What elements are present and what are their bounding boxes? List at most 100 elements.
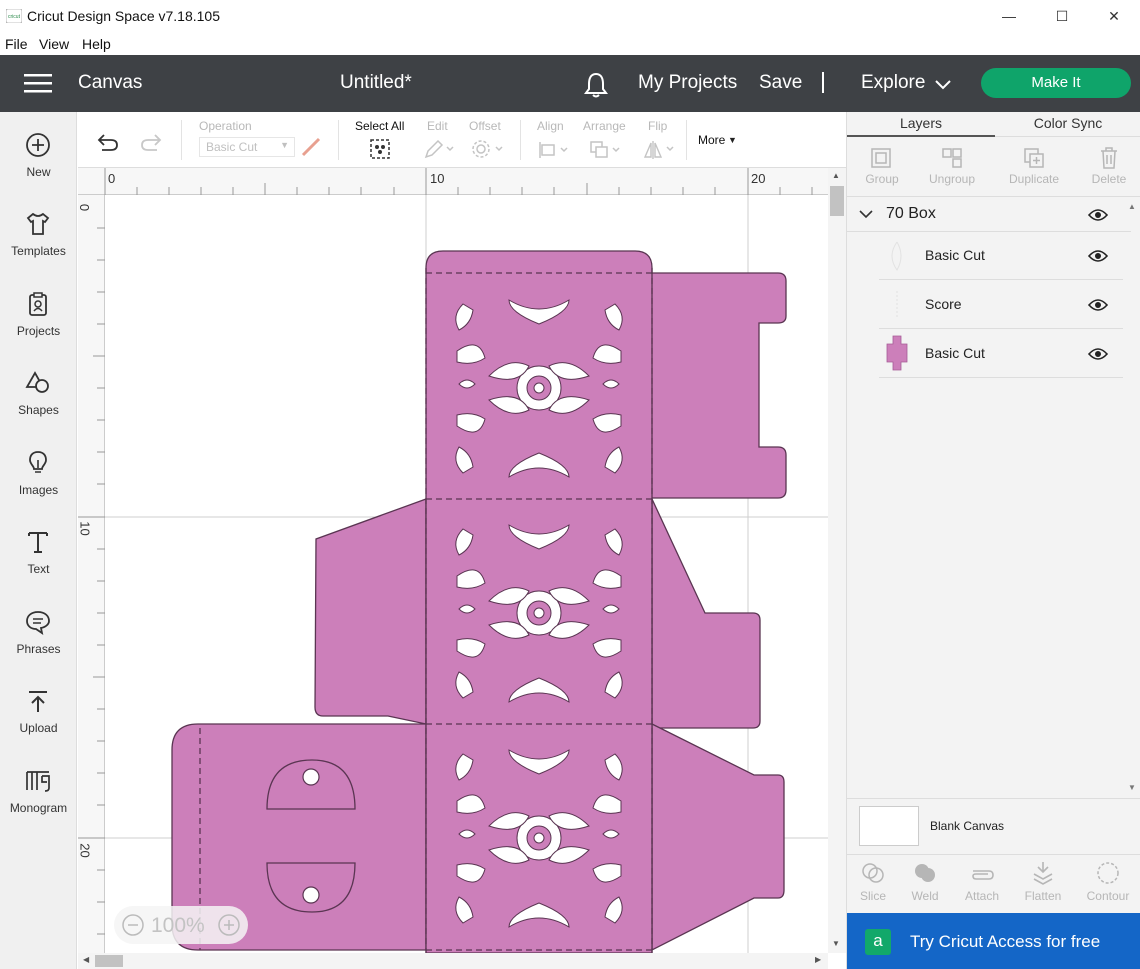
monogram-icon xyxy=(26,771,50,792)
flip-icon[interactable] xyxy=(643,139,677,161)
caret-down-icon[interactable]: ▼ xyxy=(728,135,737,145)
menu-help[interactable]: Help xyxy=(82,36,111,52)
horizontal-scrollbar[interactable]: ◀ ▶ xyxy=(78,953,828,969)
delete-button[interactable]: Delete xyxy=(1074,142,1140,194)
speech-bubble-icon xyxy=(26,611,50,635)
action-label: Delete xyxy=(1091,172,1127,186)
eye-icon[interactable] xyxy=(1088,249,1108,263)
tab-color-sync[interactable]: Color Sync xyxy=(995,112,1140,137)
canvas-drawing xyxy=(105,195,828,953)
operation-select[interactable]: Basic Cut ▼ xyxy=(199,137,295,157)
operation-value: Basic Cut xyxy=(206,140,258,154)
slice-button[interactable]: Slice xyxy=(843,857,903,907)
sidebar-item-images[interactable]: Images xyxy=(0,438,77,508)
my-projects-link[interactable]: My Projects xyxy=(638,72,737,94)
undo-icon[interactable] xyxy=(96,132,120,152)
sidebar-item-text[interactable]: Text xyxy=(0,517,77,587)
attach-button[interactable]: Attach xyxy=(952,857,1012,907)
offset-icon[interactable] xyxy=(470,138,504,160)
sidebar-item-templates[interactable]: Templates xyxy=(0,199,77,269)
align-label: Align xyxy=(537,119,564,133)
sidebar-item-new[interactable]: New xyxy=(0,120,77,190)
hamburger-menu-icon[interactable] xyxy=(24,74,52,94)
sidebar-item-label: New xyxy=(26,165,51,179)
zoom-out-icon[interactable] xyxy=(122,914,144,936)
layer-row[interactable]: Basic Cut xyxy=(879,232,1123,280)
menu-view[interactable]: View xyxy=(39,36,69,52)
cricut-access-badge-icon: a xyxy=(865,929,891,955)
edit-label: Edit xyxy=(427,119,448,133)
sidebar-item-phrases[interactable]: Phrases xyxy=(0,597,77,667)
slice-icon xyxy=(862,863,884,883)
menu-file[interactable]: File xyxy=(5,36,28,52)
ruler-label: 20 xyxy=(77,843,93,858)
scroll-left-icon[interactable]: ◀ xyxy=(83,955,89,964)
document-title[interactable]: Untitled* xyxy=(340,72,412,94)
make-it-button[interactable]: Make It xyxy=(981,68,1131,98)
layer-thumbnail xyxy=(896,291,898,319)
sidebar-item-projects[interactable]: Projects xyxy=(0,279,77,349)
sidebar-item-monogram[interactable]: Monogram xyxy=(0,756,77,826)
explore-menu[interactable]: Explore xyxy=(861,72,925,94)
group-icon xyxy=(871,148,891,168)
align-icon[interactable] xyxy=(537,140,571,160)
notification-bell-icon[interactable] xyxy=(584,72,608,98)
ruler-label: 10 xyxy=(430,171,445,186)
scroll-up-icon[interactable]: ▲ xyxy=(1128,202,1136,211)
scroll-up-icon[interactable]: ▲ xyxy=(832,171,840,180)
arrange-icon[interactable] xyxy=(589,140,623,160)
scroll-down-icon[interactable]: ▼ xyxy=(1128,783,1136,792)
design-canvas[interactable] xyxy=(78,168,828,953)
lace-panel-top xyxy=(448,295,630,482)
flip-label: Flip xyxy=(648,119,668,133)
layer-group-70-box[interactable]: 70 Box xyxy=(847,198,1131,232)
zoom-in-icon[interactable] xyxy=(218,914,240,936)
blank-canvas-swatch[interactable] xyxy=(859,806,919,846)
divider xyxy=(847,798,1140,799)
layer-thumbnail xyxy=(886,335,908,371)
layer-label: Basic Cut xyxy=(925,345,985,361)
redo-icon[interactable] xyxy=(139,132,163,152)
scrollbar-thumb[interactable] xyxy=(830,186,844,216)
pen-color-icon[interactable] xyxy=(300,136,324,158)
select-all-icon[interactable] xyxy=(369,138,391,160)
sidebar-item-upload[interactable]: Upload xyxy=(0,676,77,746)
scroll-down-icon[interactable]: ▼ xyxy=(832,939,840,948)
scrollbar-thumb[interactable] xyxy=(95,955,123,967)
maximize-button[interactable]: ☐ xyxy=(1040,4,1084,28)
flatten-icon xyxy=(1033,862,1053,885)
close-button[interactable]: ✕ xyxy=(1092,4,1136,28)
trash-icon xyxy=(1101,147,1117,169)
edit-toolbar: Operation Basic Cut ▼ Select All Edit Of… xyxy=(78,112,846,168)
divider xyxy=(847,854,1140,855)
chevron-down-icon[interactable] xyxy=(859,209,873,219)
minimize-button[interactable]: — xyxy=(987,4,1031,28)
more-menu[interactable]: More xyxy=(698,133,725,147)
contour-button[interactable]: Contour xyxy=(1078,857,1138,907)
layer-row[interactable]: Basic Cut xyxy=(879,330,1123,378)
sidebar-item-shapes[interactable]: Shapes xyxy=(0,358,77,428)
ungroup-button[interactable]: Ungroup xyxy=(917,142,987,194)
layer-row[interactable]: Score xyxy=(879,281,1123,329)
eye-icon[interactable] xyxy=(1088,298,1108,312)
layer-label: Score xyxy=(925,296,962,312)
cricut-access-promo[interactable]: a Try Cricut Access for free xyxy=(847,913,1140,969)
action-label: Attach xyxy=(964,889,1000,903)
vertical-scrollbar[interactable]: ▲ ▼ xyxy=(828,168,846,953)
lace-panel-middle xyxy=(448,520,630,707)
tab-layers[interactable]: Layers xyxy=(847,112,995,137)
action-label: Contour xyxy=(1086,889,1130,903)
weld-button[interactable]: Weld xyxy=(895,857,955,907)
edit-icon[interactable] xyxy=(423,138,455,160)
eye-icon[interactable] xyxy=(1088,208,1108,222)
chevron-down-icon[interactable] xyxy=(934,79,952,91)
eye-icon[interactable] xyxy=(1088,347,1108,361)
group-button[interactable]: Group xyxy=(847,142,917,194)
sidebar-item-label: Shapes xyxy=(18,403,59,417)
scroll-right-icon[interactable]: ▶ xyxy=(815,955,821,964)
layer-thumbnail xyxy=(891,241,902,271)
flatten-button[interactable]: Flatten xyxy=(1013,857,1073,907)
save-button[interactable]: Save xyxy=(759,72,802,94)
divider xyxy=(847,196,1140,197)
duplicate-button[interactable]: Duplicate xyxy=(999,142,1069,194)
